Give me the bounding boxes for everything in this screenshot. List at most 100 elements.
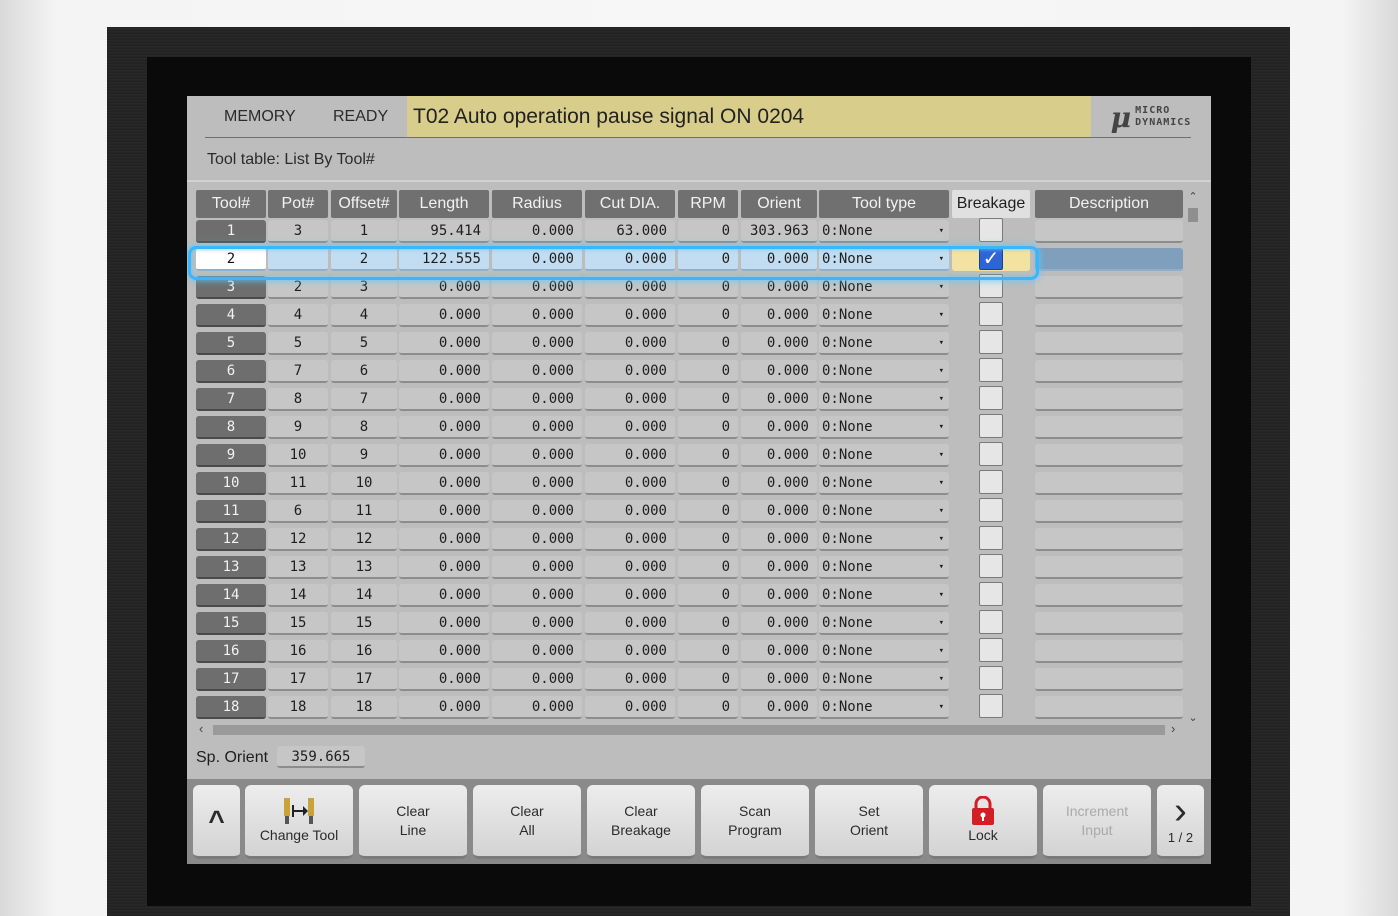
column-header[interactable]: Breakage [952, 190, 1030, 218]
description-cell[interactable] [1035, 584, 1183, 607]
tool-type-select[interactable]: 0:None ▾ [819, 444, 949, 467]
length-cell[interactable]: 0.000 [399, 388, 489, 411]
tool-number-cell[interactable]: 1 [196, 220, 266, 243]
description-cell[interactable] [1035, 416, 1183, 439]
description-cell[interactable] [1035, 472, 1183, 495]
table-row[interactable]: 14 14 14 0.000 0.000 0.000 0 0.000 0:None ▾ [196, 582, 1186, 610]
breakage-checkbox[interactable] [979, 498, 1003, 522]
length-cell[interactable]: 0.000 [399, 668, 489, 691]
column-header[interactable]: Orient [741, 190, 817, 218]
column-header[interactable]: Radius [492, 190, 582, 218]
offset-number-cell[interactable]: 9 [331, 444, 397, 467]
tool-type-select[interactable]: 0:None ▾ [819, 472, 949, 495]
offset-number-cell[interactable]: 11 [331, 500, 397, 523]
pot-number-cell[interactable]: 7 [268, 360, 328, 383]
horizontal-scrollbar[interactable]: ‹ › [197, 721, 1182, 737]
length-cell[interactable]: 0.000 [399, 612, 489, 635]
tool-number-cell[interactable]: 11 [196, 500, 266, 523]
cut-dia-cell[interactable]: 0.000 [585, 444, 675, 467]
rpm-cell[interactable]: 0 [678, 388, 738, 411]
next-page-button[interactable]: › 1 / 2 [1157, 785, 1204, 859]
scan-program-button[interactable]: Scan Program [701, 785, 809, 859]
tool-type-select[interactable]: 0:None ▾ [819, 640, 949, 663]
offset-number-cell[interactable]: 1 [331, 220, 397, 243]
description-cell[interactable] [1035, 276, 1183, 299]
column-header[interactable]: Cut DIA. [585, 190, 675, 218]
column-header[interactable]: RPM [678, 190, 738, 218]
column-header[interactable]: Tool type [819, 190, 949, 218]
cut-dia-cell[interactable]: 0.000 [585, 640, 675, 663]
table-row[interactable]: 16 16 16 0.000 0.000 0.000 0 0.000 0:None ▾ [196, 638, 1186, 666]
cut-dia-cell[interactable]: 0.000 [585, 332, 675, 355]
dropdown-arrow-icon[interactable]: ▾ [939, 388, 944, 410]
radius-cell[interactable]: 0.000 [492, 696, 582, 719]
set-orient-button[interactable]: Set Orient [815, 785, 923, 859]
breakage-checkbox[interactable] [979, 694, 1003, 718]
rpm-cell[interactable]: 0 [678, 696, 738, 719]
tool-number-cell[interactable]: 8 [196, 416, 266, 439]
dropdown-arrow-icon[interactable]: ▾ [939, 556, 944, 578]
length-cell[interactable]: 0.000 [399, 444, 489, 467]
radius-cell[interactable]: 0.000 [492, 416, 582, 439]
radius-cell[interactable]: 0.000 [492, 556, 582, 579]
orient-cell[interactable]: 0.000 [741, 556, 817, 579]
orient-cell[interactable]: 0.000 [741, 416, 817, 439]
cut-dia-cell[interactable]: 0.000 [585, 556, 675, 579]
offset-number-cell[interactable]: 8 [331, 416, 397, 439]
table-row[interactable]: 1 3 1 95.414 0.000 63.000 0 303.963 0:None ▾ [196, 218, 1186, 246]
table-row[interactable]: 8 9 8 0.000 0.000 0.000 0 0.000 0:None ▾ [196, 414, 1186, 442]
radius-cell[interactable]: 0.000 [492, 444, 582, 467]
length-cell[interactable]: 0.000 [399, 556, 489, 579]
pot-number-cell[interactable]: 3 [268, 220, 328, 243]
breakage-checkbox[interactable] [979, 442, 1003, 466]
radius-cell[interactable]: 0.000 [492, 668, 582, 691]
rpm-cell[interactable]: 0 [678, 612, 738, 635]
rpm-cell[interactable]: 0 [678, 360, 738, 383]
tool-type-select[interactable]: 0:None ▾ [819, 696, 949, 719]
alarm-message[interactable]: T02 Auto operation pause signal ON 0204 [407, 96, 1091, 138]
tool-type-select[interactable]: 0:None ▾ [819, 416, 949, 439]
rpm-cell[interactable]: 0 [678, 640, 738, 663]
dropdown-arrow-icon[interactable]: ▾ [939, 220, 944, 242]
cut-dia-cell[interactable]: 0.000 [585, 360, 675, 383]
rpm-cell[interactable]: 0 [678, 332, 738, 355]
breakage-checkbox[interactable] [979, 526, 1003, 550]
cut-dia-cell[interactable]: 0.000 [585, 304, 675, 327]
radius-cell[interactable]: 0.000 [492, 500, 582, 523]
orient-cell[interactable]: 0.000 [741, 584, 817, 607]
breakage-checkbox[interactable] [979, 582, 1003, 606]
tool-number-cell[interactable]: 17 [196, 668, 266, 691]
dropdown-arrow-icon[interactable]: ▾ [939, 612, 944, 634]
rpm-cell[interactable]: 0 [678, 304, 738, 327]
increment-input-button[interactable]: Increment Input [1043, 785, 1151, 859]
orient-cell[interactable]: 0.000 [741, 388, 817, 411]
rpm-cell[interactable]: 0 [678, 444, 738, 467]
up-arrow-button[interactable]: ^ [193, 785, 240, 859]
rpm-cell[interactable]: 0 [678, 668, 738, 691]
offset-number-cell[interactable]: 10 [331, 472, 397, 495]
spindle-orient-value[interactable]: 359.665 [277, 746, 365, 768]
breakage-checkbox[interactable] [979, 218, 1003, 242]
length-cell[interactable]: 95.414 [399, 220, 489, 243]
pot-number-cell[interactable]: 18 [268, 696, 328, 719]
scroll-left-icon[interactable]: ‹ [199, 721, 203, 736]
offset-number-cell[interactable]: 18 [331, 696, 397, 719]
rpm-cell[interactable]: 0 [678, 528, 738, 551]
tool-type-select[interactable]: 0:None ▾ [819, 500, 949, 523]
tool-number-cell[interactable]: 9 [196, 444, 266, 467]
pot-number-cell[interactable]: 11 [268, 472, 328, 495]
tool-number-cell[interactable]: 13 [196, 556, 266, 579]
rpm-cell[interactable]: 0 [678, 472, 738, 495]
dropdown-arrow-icon[interactable]: ▾ [939, 472, 944, 494]
tool-number-cell[interactable]: 10 [196, 472, 266, 495]
cut-dia-cell[interactable]: 0.000 [585, 612, 675, 635]
offset-number-cell[interactable]: 16 [331, 640, 397, 663]
column-header[interactable]: Length [399, 190, 489, 218]
offset-number-cell[interactable]: 17 [331, 668, 397, 691]
breakage-checkbox[interactable] [979, 386, 1003, 410]
breakage-checkbox[interactable] [979, 610, 1003, 634]
description-cell[interactable] [1035, 360, 1183, 383]
pot-number-cell[interactable]: 8 [268, 388, 328, 411]
breakage-checkbox[interactable] [979, 554, 1003, 578]
description-cell[interactable] [1035, 612, 1183, 635]
